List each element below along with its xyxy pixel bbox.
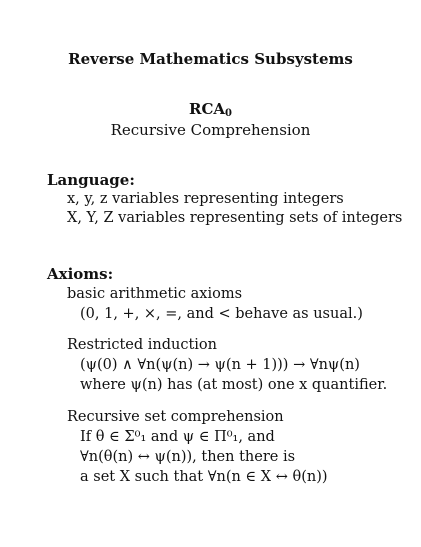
induction-title: Restricted induction — [67, 337, 218, 353]
arithmetic-axioms-title: basic arithmetic axioms — [67, 286, 243, 302]
comprehension-line-3: a set X such that ∀n(n ∈ X ↔ θ(n)) — [80, 469, 328, 485]
language-heading: Language: — [47, 171, 135, 189]
system-description: Recursive Comprehension — [110, 121, 311, 139]
document-page: Reverse Mathematics Subsystems RCA0 Recu… — [0, 0, 421, 547]
arithmetic-axioms-detail: (0, 1, +, ×, =, and < behave as usual.) — [80, 306, 363, 322]
system-name-text: RCA — [188, 100, 226, 118]
comprehension-line-2: ∀n(θ(n) ↔ ψ(n)), then there is — [80, 449, 296, 465]
comprehension-title: Recursive set comprehension — [67, 409, 284, 425]
system-name: RCA0 — [0, 100, 421, 119]
axioms-heading: Axioms: — [47, 265, 114, 283]
language-line-1: x, y, z variables representing integers — [67, 191, 344, 207]
induction-condition: where ψ(n) has (at most) one x quantifie… — [80, 377, 388, 393]
induction-formula: (ψ(0) ∧ ∀n(ψ(n) → ψ(n + 1))) → ∀nψ(n) — [80, 357, 360, 373]
language-line-2: X, Y, Z variables representing sets of i… — [67, 210, 403, 226]
comprehension-line-1: If θ ∈ Σ⁰₁ and ψ ∈ Π⁰₁, and — [80, 429, 275, 445]
page-title: Reverse Mathematics Subsystems — [68, 50, 353, 68]
system-subscript: 0 — [225, 108, 232, 119]
